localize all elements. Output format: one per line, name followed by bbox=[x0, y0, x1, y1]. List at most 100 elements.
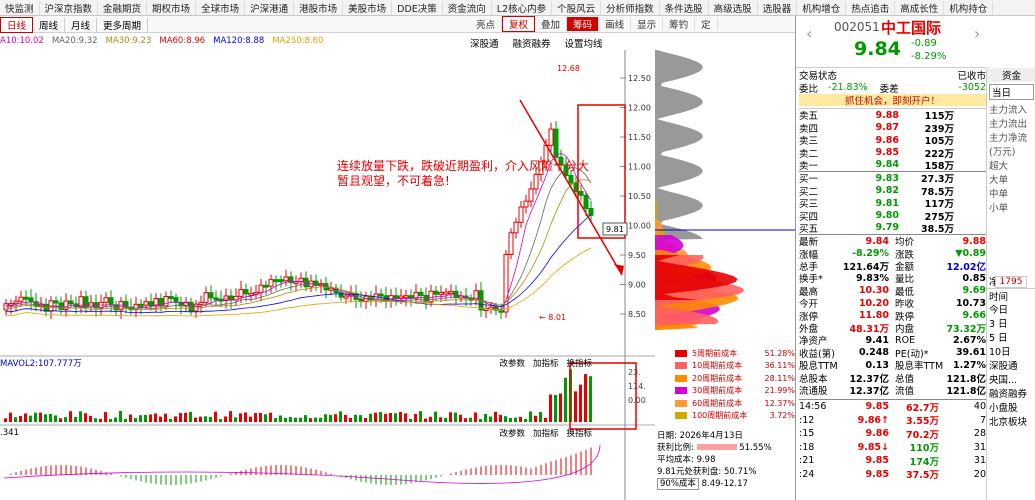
toolbar-btn-0[interactable]: 亮点 bbox=[470, 17, 503, 31]
candle bbox=[83, 296, 89, 308]
nav-item-8[interactable]: DDE决策 bbox=[392, 0, 443, 15]
nav-item-10[interactable]: L2核心内参 bbox=[492, 0, 553, 15]
volume-bar bbox=[104, 412, 107, 422]
indicator-btn[interactable]: 换指标 bbox=[566, 427, 592, 439]
indicator-btn[interactable]: 改参数 bbox=[499, 427, 525, 439]
indicator-btn[interactable]: 换指标 bbox=[566, 357, 592, 369]
nav-item-13[interactable]: 条件选股 bbox=[660, 0, 709, 15]
nav-item-12[interactable]: 分析师指数 bbox=[601, 0, 660, 15]
volume-bar bbox=[134, 418, 137, 422]
candle bbox=[163, 295, 169, 307]
stat-row: 外盘 48.31万 内盘 73.32万 bbox=[799, 324, 986, 336]
toolbar-btn-1[interactable]: 复权 bbox=[502, 16, 536, 32]
side-tag[interactable]: 央国... bbox=[987, 372, 1035, 386]
volume-bar bbox=[549, 394, 552, 422]
price-tick: 9.50 bbox=[628, 251, 646, 260]
order-row[interactable]: 卖四 9.87 239万 bbox=[799, 122, 986, 135]
candle bbox=[238, 289, 244, 297]
nav-item-18[interactable]: 高成长性 bbox=[895, 0, 945, 15]
tab-more-periods[interactable]: 更多周期 bbox=[97, 17, 149, 32]
candle bbox=[248, 292, 254, 296]
toolbar-btn-4[interactable]: 画线 bbox=[599, 17, 632, 31]
tab-week[interactable]: 周线 bbox=[33, 17, 66, 32]
nav-item-11[interactable]: 个股风云 bbox=[552, 0, 602, 15]
candle bbox=[168, 295, 174, 299]
toolbar-btn-3[interactable]: 筹码 bbox=[567, 17, 600, 31]
order-row[interactable]: 买五 9.79 38.5万 bbox=[799, 222, 986, 235]
nav-item-0[interactable]: 快监测 bbox=[0, 0, 40, 15]
candle bbox=[103, 297, 109, 303]
nav-item-4[interactable]: 全球市场 bbox=[196, 0, 246, 15]
nav-item-5[interactable]: 沪深港通 bbox=[245, 0, 295, 15]
nav-item-2[interactable]: 金融期货 bbox=[98, 0, 148, 15]
order-row[interactable]: 卖一 9.84 158万 bbox=[799, 159, 986, 172]
toolbar-btn-2[interactable]: 叠加 bbox=[535, 17, 568, 31]
stat-row: 总股本 12.37亿 总值 121.8亿 bbox=[799, 373, 986, 385]
volume-bar bbox=[294, 417, 297, 422]
volume-bar bbox=[109, 418, 112, 422]
stock-code: 002051 bbox=[834, 20, 880, 34]
order-row[interactable]: 买二 9.82 78.5万 bbox=[799, 185, 986, 198]
side-item: 主力流出 bbox=[989, 119, 1028, 130]
chip-legend-item: 5周期前成本 51.28% bbox=[657, 347, 795, 360]
nav-item-14[interactable]: 高级选股 bbox=[709, 0, 758, 15]
indicator-btn[interactable]: 加指标 bbox=[533, 357, 559, 369]
volume-bar bbox=[499, 414, 502, 422]
side-tag[interactable]: 北京板块 bbox=[987, 414, 1035, 428]
side-tag[interactable]: 融资融券 bbox=[987, 386, 1035, 400]
volume-bar bbox=[129, 414, 132, 422]
side-tab[interactable]: 资金 bbox=[987, 68, 1035, 82]
volume-bar bbox=[414, 413, 417, 422]
volume-bar bbox=[324, 414, 327, 422]
toolbar-btn-5[interactable]: 显示 bbox=[631, 17, 664, 31]
nav-item-9[interactable]: 资金流向 bbox=[443, 0, 492, 15]
order-row[interactable]: 卖二 9.85 222万 bbox=[799, 146, 986, 160]
chart-btn-2[interactable]: 设置均线 bbox=[565, 36, 603, 50]
nav-item-15[interactable]: 选股器 bbox=[758, 0, 798, 15]
stat-row: 股息TTM 0.13 股息率TTM 1.27% bbox=[799, 359, 986, 373]
order-row[interactable]: 卖五 9.88 115万 bbox=[799, 109, 986, 123]
quote-panel: 002051 中工国际 9.84 -0.89 -8.29% ‹ › 交易状态 已收… bbox=[795, 16, 1035, 500]
nav-item-16[interactable]: 机构增仓 bbox=[797, 0, 847, 15]
side-tag[interactable]: 小盘股 bbox=[987, 400, 1035, 414]
candle bbox=[328, 287, 334, 291]
chart-btn-0[interactable]: 深股通 bbox=[470, 36, 499, 50]
cost-range-select[interactable]: 90%成本 bbox=[657, 478, 699, 490]
volume-header: MAVOL2:107.777万 改参数 加指标 换指标 bbox=[0, 356, 650, 370]
volume-bar bbox=[284, 417, 287, 422]
nav-item-3[interactable]: 期权市场 bbox=[147, 0, 197, 15]
order-row[interactable]: 卖三 9.86 105万 bbox=[799, 134, 986, 148]
volume-bar bbox=[189, 411, 192, 422]
volume-bar bbox=[384, 413, 387, 422]
volume-ticks: 23. 114. 0.00 bbox=[628, 368, 646, 405]
nav-item-6[interactable]: 港股市场 bbox=[294, 0, 344, 15]
nav-item-1[interactable]: 沪深京指数 bbox=[40, 0, 99, 15]
volume-bar bbox=[579, 384, 582, 422]
volume-bar bbox=[484, 414, 487, 422]
order-row[interactable]: 买三 9.81 117万 bbox=[799, 197, 986, 211]
toolbar-btn-7[interactable]: 定 bbox=[695, 17, 718, 31]
next-stock-icon[interactable]: › bbox=[974, 24, 980, 43]
volume-bar bbox=[539, 412, 542, 422]
candle bbox=[108, 297, 114, 306]
nav-item-7[interactable]: 美股市场 bbox=[343, 0, 393, 15]
stat-row: 流通股 12.37亿 流值 121.8亿 bbox=[799, 385, 986, 397]
prev-stock-icon[interactable]: ‹ bbox=[806, 24, 812, 43]
side-tag[interactable]: 深股通 bbox=[987, 358, 1035, 372]
tab-day[interactable]: 日线 bbox=[0, 16, 34, 33]
candle bbox=[203, 292, 209, 303]
toolbar-btn-6[interactable]: 筹钓 bbox=[663, 17, 696, 31]
volume-bar bbox=[239, 413, 242, 422]
chart-btn-1[interactable]: 融资融券 bbox=[513, 36, 551, 50]
order-row[interactable]: 买四 9.80 275万 bbox=[799, 209, 986, 223]
nav-item-19[interactable]: 机构持仓 bbox=[944, 0, 994, 15]
order-row[interactable]: 买一 9.83 27.3万 bbox=[799, 172, 986, 186]
indicator-btn[interactable]: 加指标 bbox=[533, 427, 559, 439]
tab-month[interactable]: 月线 bbox=[65, 17, 98, 32]
nav-item-17[interactable]: 热点追击 bbox=[846, 0, 896, 15]
promo-banner[interactable]: 抓住机会，即刻开户！ bbox=[799, 93, 986, 107]
indicator-btn[interactable]: 改参数 bbox=[499, 357, 525, 369]
candle bbox=[138, 303, 144, 307]
side-day[interactable]: 当日 bbox=[989, 84, 1034, 100]
volume-bar bbox=[584, 374, 587, 422]
